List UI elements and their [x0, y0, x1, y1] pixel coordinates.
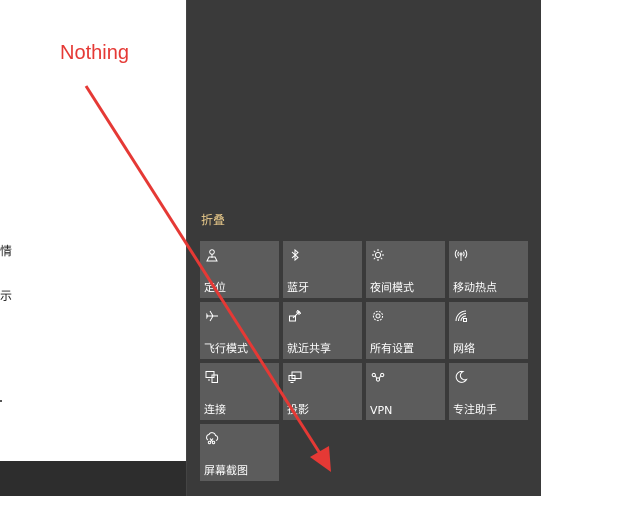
quick-action-label: 移动热点	[453, 281, 497, 294]
quick-action-screen-snip[interactable]: 屏幕截图	[200, 424, 279, 481]
window-text-fragment: 情	[0, 244, 13, 258]
quick-action-mobile-hotspot[interactable]: 移动热点	[449, 241, 528, 298]
quick-action-connect[interactable]: 连接	[200, 363, 279, 420]
quick-action-label: 所有设置	[370, 342, 414, 355]
network-icon	[453, 308, 469, 324]
quick-action-focus-assist[interactable]: 专注助手	[449, 363, 528, 420]
nearby-share-icon	[287, 308, 303, 324]
screen-snip-icon	[204, 430, 220, 446]
quick-action-label: 定位	[204, 281, 226, 294]
quick-action-label: 蓝牙	[287, 281, 309, 294]
window-text-fragment: 示	[0, 289, 13, 303]
project-icon	[287, 369, 303, 385]
annotation-text: Nothing	[60, 42, 129, 64]
quick-action-label: 连接	[204, 403, 226, 416]
quick-actions-grid: 定位 蓝牙 夜间模式 移动热点 飞行模式 就近共享 所有设置 网络 连接 投影 …	[200, 241, 528, 481]
location-icon	[204, 247, 220, 263]
quick-action-label: 屏幕截图	[204, 464, 248, 477]
connect-icon	[204, 369, 220, 385]
quick-action-vpn[interactable]: VPN	[366, 363, 445, 420]
quick-action-project[interactable]: 投影	[283, 363, 362, 420]
focus-assist-icon	[453, 369, 469, 385]
quick-action-all-settings[interactable]: 所有设置	[366, 302, 445, 359]
quick-action-nearby-share[interactable]: 就近共享	[283, 302, 362, 359]
airplane-icon	[204, 308, 220, 324]
quick-action-label: 夜间模式	[370, 281, 414, 294]
vpn-icon	[370, 369, 386, 385]
settings-icon	[370, 308, 386, 324]
collapse-link[interactable]: 折叠	[201, 211, 225, 228]
window-text-fragment-dot	[0, 400, 2, 402]
quick-action-location[interactable]: 定位	[200, 241, 279, 298]
quick-action-network[interactable]: 网络	[449, 302, 528, 359]
quick-action-night-light[interactable]: 夜间模式	[366, 241, 445, 298]
quick-action-label: 专注助手	[453, 403, 497, 416]
mobile-hotspot-icon	[453, 247, 469, 263]
quick-action-label: 就近共享	[287, 342, 331, 355]
taskbar-segment	[0, 461, 186, 496]
quick-action-label: VPN	[370, 404, 393, 417]
background-window: 情 示	[0, 0, 186, 461]
night-light-icon	[370, 247, 386, 263]
bluetooth-icon	[287, 247, 303, 263]
quick-action-bluetooth[interactable]: 蓝牙	[283, 241, 362, 298]
quick-action-label: 投影	[287, 403, 309, 416]
quick-action-airplane-mode[interactable]: 飞行模式	[200, 302, 279, 359]
quick-action-label: 飞行模式	[204, 342, 248, 355]
quick-action-label: 网络	[453, 342, 475, 355]
